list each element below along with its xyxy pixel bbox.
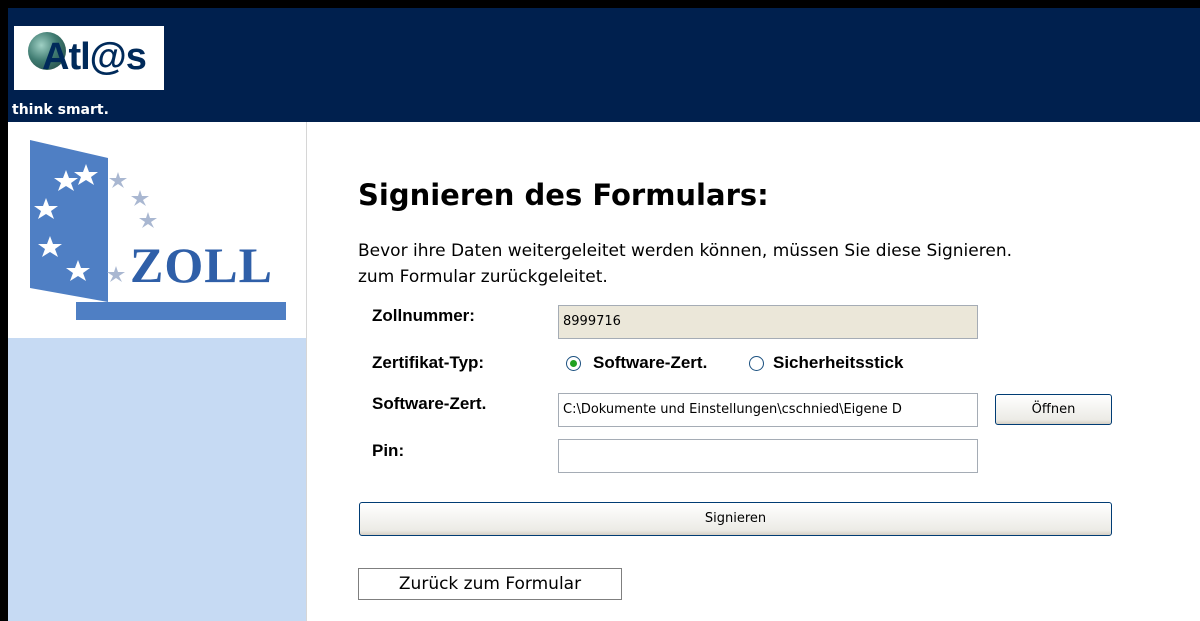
zoll-wordmark: ZOLL <box>130 237 273 293</box>
signieren-button[interactable]: Signieren <box>359 502 1112 536</box>
radio-software-zert-label[interactable]: Software-Zert. <box>593 353 707 373</box>
zollnummer-field: 8999716 <box>558 305 978 339</box>
pin-label: Pin: <box>372 441 405 460</box>
zollnummer-label: Zollnummer: <box>372 306 475 325</box>
zoll-emblem-icon <box>30 140 286 320</box>
divider <box>306 122 307 621</box>
oeffnen-button[interactable]: Öffnen <box>995 394 1112 425</box>
page-title: Signieren des Formulars: <box>358 178 769 212</box>
software-zert-label: Software-Zert. <box>372 394 487 413</box>
intro-line-2: zum Formular zurückgeleitet. <box>358 267 608 287</box>
radio-sicherheitsstick[interactable] <box>749 356 764 371</box>
zertifikat-typ-label: Zertifikat-Typ: <box>372 353 485 372</box>
sidebar-panel <box>8 338 306 621</box>
software-zert-path-input[interactable]: C:\Dokumente und Einstellungen\cschnied\… <box>558 393 978 427</box>
logo-text: Atl@s <box>42 36 147 78</box>
pin-input[interactable] <box>558 439 978 473</box>
radio-sicherheitsstick-label[interactable]: Sicherheitsstick <box>773 353 903 373</box>
tagline: think smart. <box>12 102 109 118</box>
header-bar: Atl@s think smart. <box>8 8 1200 122</box>
atlas-logo: Atl@s <box>14 26 164 90</box>
zurueck-zum-formular-button[interactable]: Zurück zum Formular <box>358 568 622 600</box>
radio-software-zert[interactable] <box>566 356 581 371</box>
intro-text: Bevor ihre Daten weitergeleitet werden k… <box>358 238 1200 290</box>
intro-line-1: Bevor ihre Daten weitergeleitet werden k… <box>358 241 1012 261</box>
